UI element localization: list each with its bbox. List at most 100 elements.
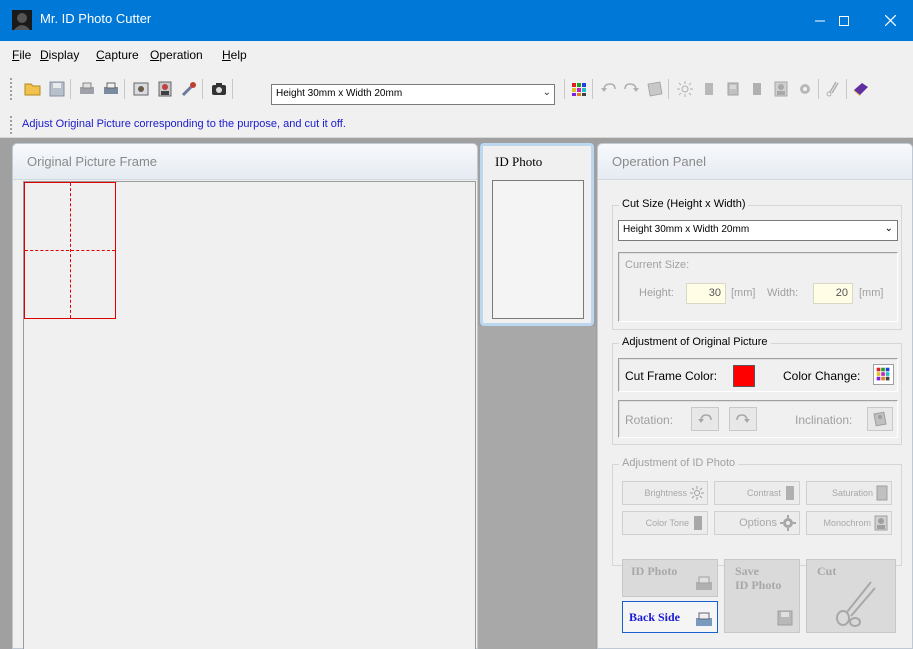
monochrome-icon[interactable] [772, 80, 790, 98]
saturation-label: Saturation [831, 488, 873, 498]
cut-size-select[interactable]: Height 30mm x Width 20mm ⌄ [618, 220, 898, 241]
brightness-icon [690, 486, 704, 500]
hint-bar: Adjust Original Picture corresponding to… [0, 112, 913, 138]
frame-color-box: Cut Frame Color: Color Change: [618, 358, 898, 392]
width-label: Width: [767, 287, 799, 299]
menu-help[interactable]: Help [222, 48, 247, 62]
scissors-icon[interactable] [824, 80, 842, 98]
picture-icon[interactable] [132, 80, 150, 98]
color-tone-button[interactable]: Color Tone [622, 511, 708, 535]
operation-panel-title: Operation Panel [612, 154, 706, 169]
saturation-icon [876, 485, 888, 501]
contrast-icon[interactable] [700, 80, 718, 98]
adjust-original-group-title: Adjustment of Original Picture [619, 336, 771, 348]
contrast-button[interactable]: Contrast [714, 481, 800, 505]
color-tone-icon [694, 516, 702, 530]
chevron-down-icon: ⌄ [884, 223, 893, 234]
rotation-label: Rotation: [625, 413, 674, 427]
cut-size-group: Cut Size (Height x Width) Height 30mm x … [612, 198, 902, 330]
inclination-label: Inclination: [795, 413, 853, 427]
cut-size-toolbar-value: Height 30mm x Width 20mm [276, 88, 403, 99]
operation-panel-header: Operation Panel [598, 144, 912, 180]
rotate-left-icon[interactable] [600, 80, 618, 98]
back-side-button[interactable]: Back Side [622, 601, 718, 633]
contrast-label: Contrast [746, 488, 781, 498]
monochrome-button[interactable]: Monochrom [806, 511, 892, 535]
menu-file[interactable]: File [12, 48, 31, 62]
operation-panel-body: Cut Size (Height x Width) Height 30mm x … [608, 181, 904, 644]
book-icon[interactable] [852, 80, 870, 98]
incline-icon[interactable] [646, 80, 664, 98]
current-size-label: Current Size: [625, 259, 690, 271]
brightness-icon[interactable] [676, 80, 694, 98]
rotate-left-icon [698, 414, 712, 423]
camera-icon[interactable] [210, 80, 228, 98]
rotation-box: Rotation: Inclination: [618, 400, 898, 438]
close-button[interactable] [867, 0, 913, 41]
id-photo-title: ID Photo [495, 154, 543, 169]
color-change-label: Color Change: [783, 369, 861, 383]
id-photo-panel: ID Photo [480, 143, 594, 326]
menu-display[interactable]: Display [40, 48, 79, 62]
incline-icon [873, 411, 887, 427]
cut-button[interactable]: Cut [806, 559, 896, 633]
current-size-box: Current Size: Height: 30 [mm] Width: 20 … [618, 252, 898, 322]
color-tone-label: Color Tone [645, 518, 689, 528]
print-icon [696, 612, 712, 626]
id-photo-print-button[interactable]: ID Photo [622, 559, 718, 597]
print-preview-icon[interactable] [78, 80, 96, 98]
original-picture-panel: Original Picture Frame [12, 143, 478, 649]
height-label: Height: [639, 287, 674, 299]
cut-frame-horizontal-guide [25, 250, 115, 251]
app-icon [12, 10, 32, 30]
saturation-button[interactable]: Saturation [806, 481, 892, 505]
back-side-label: Back Side [629, 610, 681, 624]
operation-panel: Operation Panel Cut Size (Height x Width… [597, 143, 913, 649]
toolbar-grip[interactable] [10, 78, 12, 100]
options-button[interactable]: Options [714, 511, 800, 535]
original-picture-canvas[interactable] [23, 181, 476, 649]
monochrome-icon [874, 515, 888, 531]
cut-size-value: Height 30mm x Width 20mm [623, 224, 750, 235]
portrait-icon[interactable] [156, 80, 174, 98]
color-tone-icon[interactable] [748, 80, 766, 98]
options-label: Options [739, 517, 777, 529]
height-unit: [mm] [731, 287, 756, 299]
hint-text: Adjust Original Picture corresponding to… [22, 118, 346, 130]
cut-frame[interactable] [24, 182, 116, 319]
id-photo-strip [478, 326, 596, 649]
rotate-right-icon[interactable] [622, 80, 640, 98]
color-change-icon[interactable] [873, 364, 894, 385]
save-icon [777, 610, 793, 626]
original-picture-header: Original Picture Frame [13, 144, 477, 180]
wrench-icon[interactable] [180, 80, 198, 98]
saturation-icon[interactable] [724, 80, 742, 98]
save-icon[interactable] [48, 80, 66, 98]
original-picture-title: Original Picture Frame [27, 154, 158, 169]
save-id-photo-button[interactable]: Save ID Photo [724, 559, 800, 633]
cut-size-toolbar-select[interactable]: Height 30mm x Width 20mm ⌄ [271, 84, 555, 105]
inclination-button[interactable] [867, 407, 893, 431]
rotate-left-button[interactable] [691, 407, 719, 431]
save-label-line1: Save [735, 564, 759, 578]
menu-operation[interactable]: Operation [150, 48, 203, 62]
adjust-id-group: Adjustment of ID Photo Brightness Contra… [612, 457, 902, 566]
maximize-button[interactable] [821, 0, 867, 41]
color-grid-icon[interactable] [570, 80, 588, 98]
print-icon[interactable] [102, 80, 120, 98]
cut-frame-color-swatch[interactable] [733, 365, 755, 387]
adjust-id-group-title: Adjustment of ID Photo [619, 457, 739, 469]
height-value: 30 [686, 283, 726, 304]
rotate-right-button[interactable] [729, 407, 757, 431]
options-gear-icon[interactable] [796, 80, 814, 98]
id-photo-button-label: ID Photo [631, 564, 678, 578]
maximize-icon [839, 15, 849, 26]
contrast-icon [786, 486, 794, 500]
brightness-button[interactable]: Brightness [622, 481, 708, 505]
menu-capture[interactable]: Capture [96, 48, 139, 62]
save-label-line2: ID Photo [735, 578, 782, 592]
cut-size-group-title: Cut Size (Height x Width) [619, 198, 749, 210]
brightness-label: Brightness [644, 488, 687, 498]
monochrome-label: Monochrom [823, 518, 871, 528]
open-folder-icon[interactable] [24, 80, 42, 98]
